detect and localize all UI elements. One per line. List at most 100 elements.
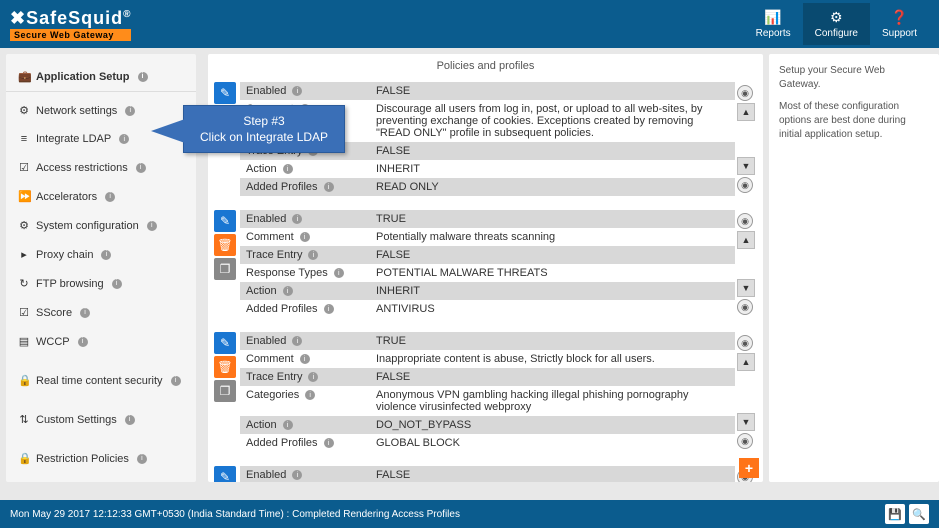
info-icon[interactable]: i <box>292 214 302 224</box>
move-down-button[interactable]: ▼ <box>737 157 755 175</box>
info-icon[interactable]: i <box>283 286 293 296</box>
row-label: Action i <box>240 417 370 433</box>
right-panel: Setup your Secure Web Gateway. Most of t… <box>769 54 939 482</box>
search-button[interactable]: 🔍 <box>909 504 929 524</box>
row-label: Categories i <box>240 387 370 403</box>
sidebar-item-access-restrictions[interactable]: ☑Access restrictionsi <box>6 153 196 182</box>
info-icon[interactable]: i <box>308 372 318 382</box>
row-value: GLOBAL BLOCK <box>370 435 735 451</box>
move-up-button[interactable]: ▲ <box>737 103 755 121</box>
info-icon[interactable]: i <box>283 164 293 174</box>
info-icon[interactable]: i <box>137 454 147 464</box>
info-icon[interactable]: i <box>308 250 318 260</box>
info-icon[interactable]: i <box>138 72 148 82</box>
support-icon: ❓ <box>882 9 917 26</box>
info-icon[interactable]: i <box>80 308 90 318</box>
move-up-button[interactable]: ▲ <box>737 353 755 371</box>
sidebar-item-restriction-policies[interactable]: 🔒Restriction Policiesi <box>6 444 196 473</box>
info-icon[interactable]: i <box>125 106 135 116</box>
info-icon[interactable]: i <box>171 376 181 386</box>
target-bottom-button[interactable]: ◉ <box>737 177 753 193</box>
row-label: Enabled i <box>240 83 370 99</box>
sidebar-icon: ⚙ <box>18 104 30 117</box>
sidebar-label: FTP browsing <box>36 278 104 290</box>
sidebar-item-custom-settings[interactable]: ⇅Custom Settingsi <box>6 405 196 434</box>
save-button[interactable]: 💾 <box>885 504 905 524</box>
target-top-button[interactable]: ◉ <box>737 85 753 101</box>
sidebar-icon: ⚙ <box>18 219 30 232</box>
move-up-button[interactable]: ▲ <box>737 231 755 249</box>
edit-button[interactable]: ✎ <box>214 332 236 354</box>
info-icon[interactable]: i <box>324 304 334 314</box>
target-bottom-button[interactable]: ◉ <box>737 299 753 315</box>
info-icon[interactable]: i <box>292 470 302 480</box>
callout-box: Step #3 Click on Integrate LDAP <box>183 105 345 153</box>
sidebar-item-wccp[interactable]: ▤WCCPi <box>6 327 196 356</box>
clone-button[interactable]: ❐ <box>214 258 236 280</box>
move-down-button[interactable]: ▼ <box>737 279 755 297</box>
nav-reports[interactable]: 📊 Reports <box>744 3 803 45</box>
row-label: Action i <box>240 161 370 177</box>
sidebar-icon: ⏩ <box>18 190 30 203</box>
info-icon[interactable]: i <box>324 438 334 448</box>
clone-button[interactable]: ❐ <box>214 380 236 402</box>
policy-row: Enabled iFALSE <box>240 466 735 482</box>
sidebar-item-system-configuration[interactable]: ⚙ System configuration i <box>6 211 196 240</box>
row-value: FALSE <box>370 467 735 482</box>
sidebar-label: Real time content security <box>36 375 163 387</box>
policy-controls: ◉ ▲ ▼ ◉ <box>735 332 757 452</box>
info-icon[interactable]: i <box>125 415 135 425</box>
sidebar-item-sscore[interactable]: ☑SScorei <box>6 298 196 327</box>
info-icon[interactable]: i <box>324 182 334 192</box>
info-icon[interactable]: i <box>101 250 111 260</box>
row-value: Inappropriate content is abuse, Strictly… <box>370 351 735 367</box>
nav-support[interactable]: ❓ Support <box>870 3 929 45</box>
policy-controls: ◉ ▲ ▼ ◉ <box>735 210 757 318</box>
main: 💼 Application Setup i ⚙Network settingsi… <box>0 48 939 488</box>
info-icon[interactable]: i <box>105 192 115 202</box>
sidebar-item-real-time-content-security[interactable]: 🔒Real time content securityi <box>6 366 196 395</box>
target-top-button[interactable]: ◉ <box>737 213 753 229</box>
row-value: READ ONLY <box>370 179 735 195</box>
info-icon[interactable]: i <box>147 221 157 231</box>
edit-button[interactable]: ✎ <box>214 82 236 104</box>
sidebar-icon: ≡ <box>18 133 30 145</box>
info-icon[interactable]: i <box>292 336 302 346</box>
right-line2: Most of these configuration options are … <box>779 100 929 142</box>
sidebar-icon: ⇅ <box>18 413 30 426</box>
sidebar-item-proxy-chain[interactable]: ▸Proxy chaini <box>6 240 196 269</box>
nav-configure[interactable]: ⚙ Configure <box>803 3 870 45</box>
row-value: Anonymous VPN gambling hacking illegal p… <box>370 387 735 415</box>
info-icon[interactable]: i <box>136 163 146 173</box>
sidebar-label: System configuration <box>36 220 139 232</box>
sidebar-icon: 🔒 <box>18 452 30 465</box>
info-icon[interactable]: i <box>112 279 122 289</box>
info-icon[interactable]: i <box>292 86 302 96</box>
row-value: FALSE <box>370 83 735 99</box>
delete-button[interactable]: 🗑 <box>214 356 236 378</box>
info-icon[interactable]: i <box>300 354 310 364</box>
edit-button[interactable]: ✎ <box>214 466 236 482</box>
logo: ✖SafeSquid® Secure Web Gateway <box>10 8 131 41</box>
target-bottom-button[interactable]: ◉ <box>737 433 753 449</box>
row-value: POTENTIAL MALWARE THREATS <box>370 265 735 281</box>
info-icon[interactable]: i <box>283 420 293 430</box>
sidebar-item-accelerators[interactable]: ⏩Acceleratorsi <box>6 182 196 211</box>
info-icon[interactable]: i <box>334 268 344 278</box>
info-icon[interactable]: i <box>119 134 129 144</box>
sidebar-header[interactable]: 💼 Application Setup i <box>6 62 196 92</box>
sidebar-item-ftp-browsing[interactable]: ↻FTP browsingi <box>6 269 196 298</box>
row-label: Added Profiles i <box>240 435 370 451</box>
edit-button[interactable]: ✎ <box>214 210 236 232</box>
target-top-button[interactable]: ◉ <box>737 335 753 351</box>
move-down-button[interactable]: ▼ <box>737 413 755 431</box>
info-icon[interactable]: i <box>78 337 88 347</box>
delete-button[interactable]: 🗑 <box>214 234 236 256</box>
add-policy-button[interactable]: + <box>739 458 759 478</box>
info-icon[interactable]: i <box>305 390 315 400</box>
policy-row: Trace Entry iFALSE <box>240 246 735 264</box>
policy-block: ✎🗑❐Enabled iFALSEComment iRestrict remot… <box>214 466 757 482</box>
row-label: Enabled i <box>240 467 370 482</box>
info-icon[interactable]: i <box>300 232 310 242</box>
row-value: INHERIT <box>370 161 735 177</box>
